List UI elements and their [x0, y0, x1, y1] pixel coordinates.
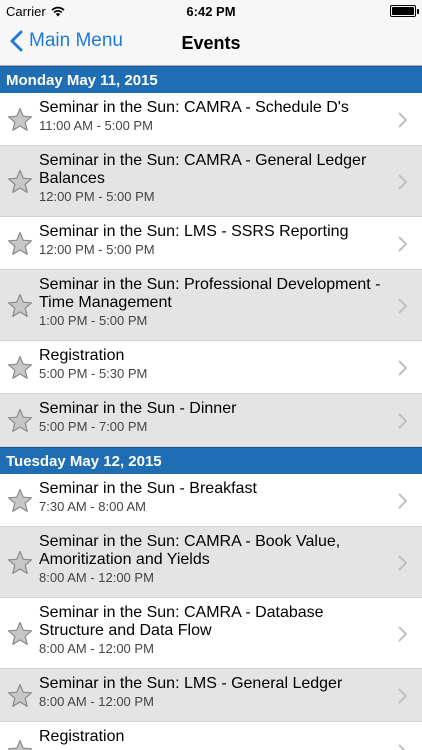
event-text: Seminar in the Sun: CAMRA - Schedule D's…	[39, 99, 382, 134]
star-icon[interactable]	[7, 293, 33, 319]
star-icon[interactable]	[7, 683, 33, 709]
event-time: 5:00 PM - 7:00 PM	[39, 419, 148, 434]
chevron-right-icon	[398, 236, 408, 252]
status-time: 6:42 PM	[186, 4, 236, 19]
event-row[interactable]: Seminar in the Sun: CAMRA - Schedule D's…	[0, 93, 422, 146]
event-row[interactable]: Seminar in the Sun: Professional Develop…	[0, 270, 422, 341]
chevron-right-icon	[398, 555, 408, 571]
event-title: Registration	[39, 347, 125, 364]
chevron-right-icon	[398, 493, 408, 509]
star-icon[interactable]	[7, 739, 33, 750]
star-icon[interactable]	[7, 107, 33, 133]
event-row[interactable]: Registration 5:00 PM - 5:30 PM	[0, 341, 422, 394]
star-icon[interactable]	[7, 488, 33, 514]
event-row[interactable]: Seminar in the Sun - Dinner 5:00 PM - 7:0…	[0, 394, 422, 447]
event-title: Seminar in the Sun: LMS - General Ledger	[39, 675, 343, 692]
events-list: Monday May 11, 2015 Seminar in the Sun: C…	[0, 66, 422, 750]
event-title: Seminar in the Sun - Dinner	[39, 400, 237, 417]
page-title: Events	[181, 33, 241, 53]
event-text: Seminar in the Sun: LMS - SSRS Reporting…	[39, 223, 382, 258]
chevron-right-icon	[398, 174, 408, 190]
event-row[interactable]: Seminar in the Sun - Breakfast 7:30 AM - …	[0, 474, 422, 527]
star-icon[interactable]	[7, 231, 33, 257]
event-text: Seminar in the Sun: CAMRA - Book Value, …	[39, 533, 382, 586]
battery-icon	[390, 5, 419, 17]
event-time: 12:00 PM - 5:00 PM	[39, 189, 155, 204]
event-time: 1:00 PM - 5:00 PM	[39, 313, 148, 328]
event-row[interactable]: Seminar in the Sun: CAMRA - General Ledg…	[0, 146, 422, 217]
event-time: 8:00 AM - 12:00 PM	[39, 694, 154, 709]
event-title: Seminar in the Sun: Professional Develop…	[39, 276, 381, 311]
event-text: Seminar in the Sun: Professional Develop…	[39, 276, 382, 329]
event-text: Registration	[39, 728, 382, 747]
event-title: Seminar in the Sun: LMS - SSRS Reporting	[39, 223, 349, 240]
event-text: Seminar in the Sun: CAMRA - Database Str…	[39, 604, 382, 657]
event-title: Seminar in the Sun: CAMRA - Schedule D's	[39, 99, 349, 116]
event-text: Seminar in the Sun - Breakfast 7:30 AM - …	[39, 480, 382, 515]
event-text: Seminar in the Sun: CAMRA - General Ledg…	[39, 152, 382, 205]
event-title: Registration	[39, 728, 125, 745]
event-row[interactable]: Seminar in the Sun: CAMRA - Database Str…	[0, 598, 422, 669]
star-icon[interactable]	[7, 408, 33, 434]
event-row[interactable]: Seminar in the Sun: LMS - SSRS Reporting…	[0, 217, 422, 270]
navigation-bar: Main Menu Events	[0, 22, 422, 66]
section-header: Tuesday May 12, 2015	[0, 447, 422, 474]
star-icon[interactable]	[7, 169, 33, 195]
event-text: Seminar in the Sun: LMS - General Ledger…	[39, 675, 382, 710]
star-icon[interactable]	[7, 355, 33, 381]
event-time: 12:00 PM - 5:00 PM	[39, 242, 155, 257]
event-time: 7:30 AM - 8:00 AM	[39, 499, 146, 514]
chevron-right-icon	[398, 112, 408, 128]
event-time: 11:00 AM - 5:00 PM	[39, 118, 153, 133]
chevron-right-icon	[398, 298, 408, 314]
event-time: 5:00 PM - 5:30 PM	[39, 366, 148, 381]
status-bar: Carrier 6:42 PM	[0, 0, 422, 22]
star-icon[interactable]	[7, 550, 33, 576]
chevron-right-icon	[398, 413, 408, 429]
event-title: Seminar in the Sun: CAMRA - Database Str…	[39, 604, 324, 639]
chevron-right-icon	[398, 360, 408, 376]
section-header: Monday May 11, 2015	[0, 66, 422, 93]
star-icon[interactable]	[7, 621, 33, 647]
event-text: Registration 5:00 PM - 5:30 PM	[39, 347, 382, 382]
event-text: Seminar in the Sun - Dinner 5:00 PM - 7:0…	[39, 400, 382, 435]
event-time: 8:00 AM - 12:00 PM	[39, 641, 154, 656]
chevron-right-icon	[398, 744, 408, 750]
event-row[interactable]: Seminar in the Sun: LMS - General Ledger…	[0, 669, 422, 722]
event-title: Seminar in the Sun: CAMRA - General Ledg…	[39, 152, 367, 187]
event-row[interactable]: Registration	[0, 722, 422, 750]
chevron-right-icon	[398, 688, 408, 704]
event-row[interactable]: Seminar in the Sun: CAMRA - Book Value, …	[0, 527, 422, 598]
event-time: 8:00 AM - 12:00 PM	[39, 570, 154, 585]
event-title: Seminar in the Sun - Breakfast	[39, 480, 257, 497]
event-title: Seminar in the Sun: CAMRA - Book Value, …	[39, 533, 341, 568]
chevron-right-icon	[398, 626, 408, 642]
